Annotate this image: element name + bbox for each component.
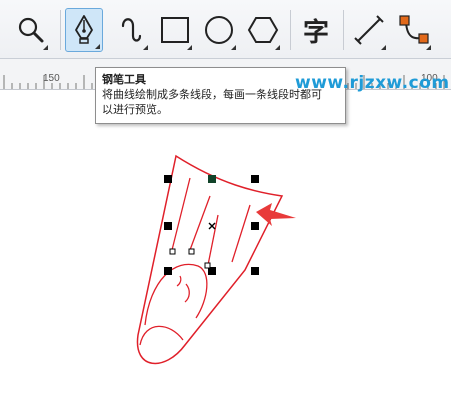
- text-tool-button[interactable]: 字: [297, 8, 335, 52]
- drawn-curve[interactable]: [144, 263, 208, 326]
- rectangle-icon: [161, 17, 189, 43]
- path-node[interactable]: [169, 248, 176, 255]
- drawn-curve[interactable]: [176, 275, 182, 287]
- path-nodes: [169, 248, 211, 269]
- center-marker[interactable]: [208, 222, 216, 230]
- connector-tool-button[interactable]: [395, 8, 433, 52]
- drawn-stroke[interactable]: [189, 195, 211, 251]
- flyout-indicator: [95, 44, 100, 49]
- pen-nib-icon: [75, 15, 93, 44]
- selection-handle[interactable]: [251, 267, 259, 275]
- drawn-stroke[interactable]: [171, 177, 191, 251]
- connector-icon: [399, 15, 429, 44]
- drawing-canvas[interactable]: [0, 90, 451, 412]
- watermark: www.rjzxw.com: [295, 73, 450, 93]
- pen-tool-button[interactable]: [65, 8, 103, 52]
- selection-handle[interactable]: [251, 175, 259, 183]
- curve-icon: [121, 18, 142, 42]
- flyout-indicator: [143, 45, 148, 50]
- flyout-indicator: [231, 45, 236, 50]
- selection-handle[interactable]: [164, 267, 172, 275]
- flyout-indicator: [187, 45, 192, 50]
- drawn-outline-path[interactable]: [136, 154, 284, 365]
- freehand-tool-button[interactable]: [112, 8, 150, 52]
- flyout-indicator: [275, 45, 280, 50]
- flyout-indicator: [426, 45, 431, 50]
- magnifier-icon: [18, 17, 44, 43]
- ellipse-icon: [205, 16, 233, 44]
- tooltip-description-line: 以进行预览。: [102, 103, 168, 116]
- zoom-tool-button[interactable]: [12, 8, 50, 52]
- drawn-stroke[interactable]: [231, 204, 251, 263]
- drawn-curve[interactable]: [184, 283, 190, 303]
- toolbar-separator: [343, 10, 344, 50]
- ellipse-tool-button[interactable]: [200, 8, 238, 52]
- path-node[interactable]: [204, 262, 211, 269]
- flyout-indicator: [43, 45, 48, 50]
- selection-handle[interactable]: [164, 175, 172, 183]
- path-node[interactable]: [188, 248, 195, 255]
- toolbar-separator: [60, 10, 61, 50]
- selected-node[interactable]: [208, 175, 216, 183]
- toolbar: 字: [0, 0, 451, 59]
- selection-handle[interactable]: [164, 222, 172, 230]
- ruler-label: 150: [43, 73, 60, 84]
- drawn-stroke[interactable]: [207, 214, 219, 266]
- polygon-tool-button[interactable]: [244, 8, 282, 52]
- rectangle-tool-button[interactable]: [156, 8, 194, 52]
- flyout-indicator: [381, 45, 386, 50]
- selection-handle[interactable]: [251, 222, 259, 230]
- hexagon-icon: [247, 17, 279, 43]
- toolbar-separator: [290, 10, 291, 50]
- text-char-icon: 字: [302, 17, 329, 48]
- diagonal-line-icon: [354, 15, 384, 45]
- drawn-curve[interactable]: [139, 325, 184, 346]
- dimension-tool-button[interactable]: [350, 8, 388, 52]
